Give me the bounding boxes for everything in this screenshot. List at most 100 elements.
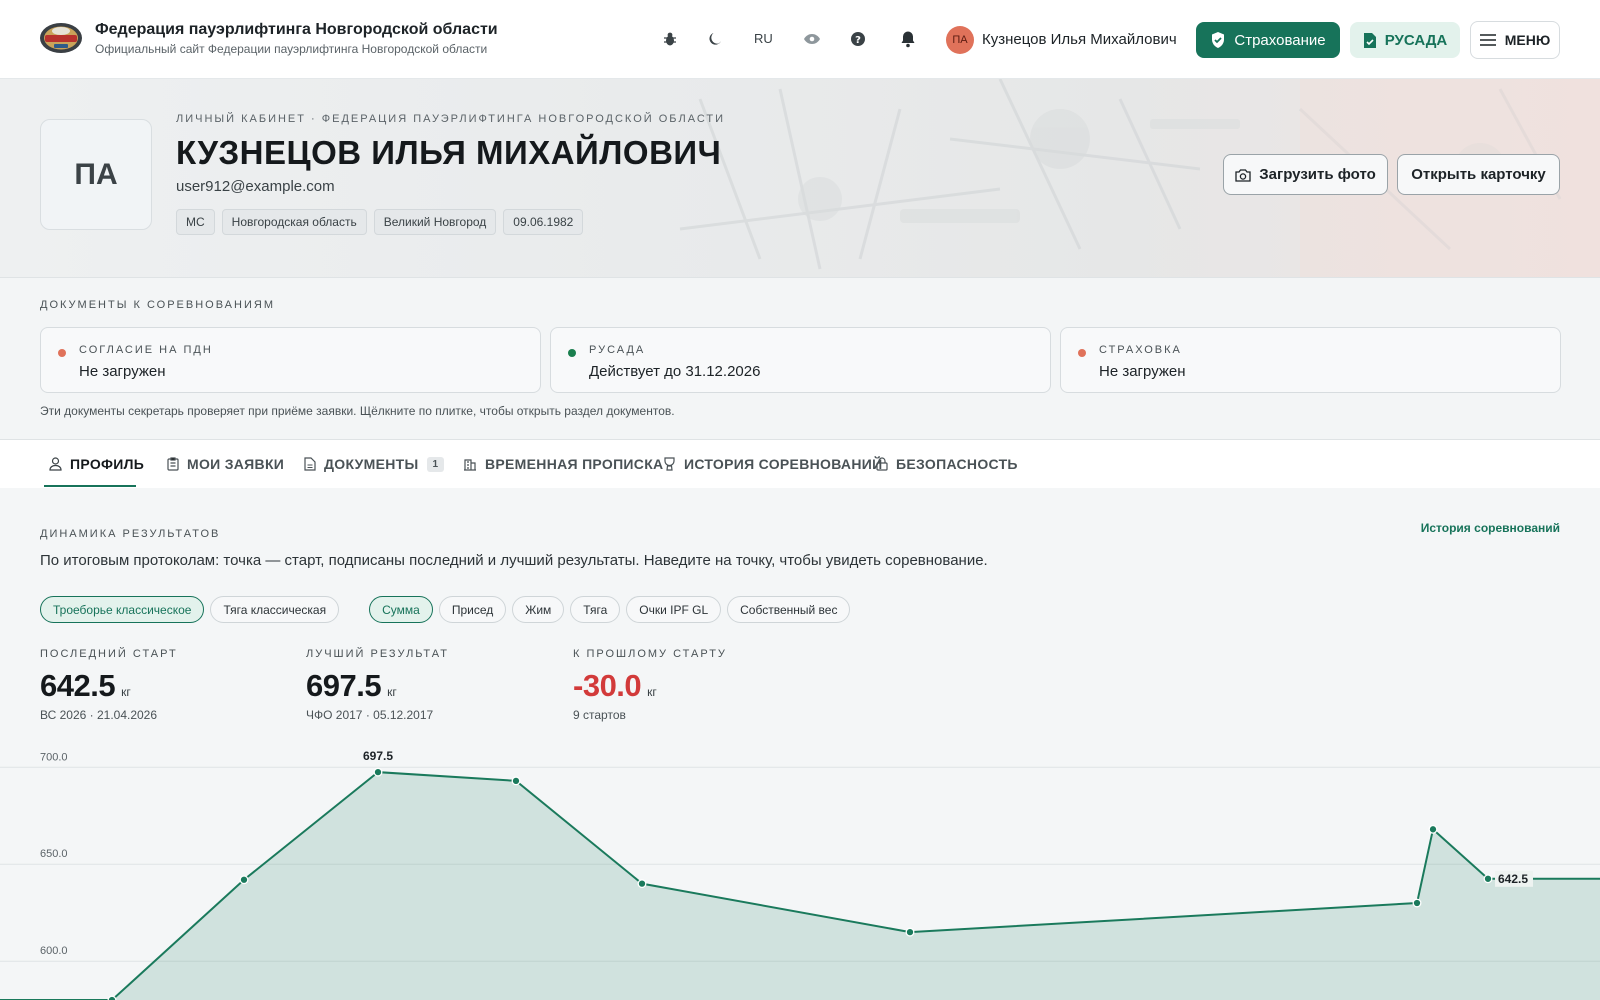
- data-point[interactable]: [1483, 874, 1493, 884]
- status-dot: [568, 349, 576, 357]
- status-dot: [1078, 349, 1086, 357]
- doc-label: СОГЛАСИЕ НА ПДН: [79, 344, 213, 356]
- y-tick-label: 700.0: [40, 751, 68, 763]
- svg-text:?: ?: [855, 35, 861, 46]
- stat-unit: кг: [121, 685, 131, 699]
- documents-note: Эти документы секретарь проверяет при пр…: [40, 404, 675, 418]
- filter-deadlift-classic[interactable]: Тяга классическая: [210, 596, 340, 623]
- menu-label: МЕНЮ: [1504, 32, 1551, 48]
- data-point[interactable]: [1428, 824, 1438, 834]
- competition-history-link[interactable]: История соревнований: [1421, 521, 1560, 535]
- tab-label: БЕЗОПАСНОСТЬ: [896, 456, 1018, 472]
- breadcrumb: ЛИЧНЫЙ КАБИНЕТ · ФЕДЕРАЦИЯ ПАУЭРЛИФТИНГА…: [176, 113, 726, 125]
- tab-label: ИСТОРИЯ СОРЕВНОВАНИЙ: [684, 456, 883, 472]
- data-point[interactable]: [1412, 898, 1422, 908]
- open-card-button[interactable]: Открыть карточку: [1397, 154, 1560, 195]
- stat-value: -30.0: [573, 668, 642, 703]
- tab-temp-registration[interactable]: ВРЕМЕННАЯ ПРОПИСКА: [463, 440, 663, 488]
- eye-icon[interactable]: [801, 28, 823, 50]
- doc-status: Действует до 31.12.2026: [589, 363, 761, 380]
- help-icon[interactable]: ?: [847, 28, 869, 50]
- document-check-icon: [1363, 32, 1376, 48]
- tab-profile[interactable]: ПРОФИЛЬ: [49, 440, 144, 488]
- hamburger-icon: [1479, 34, 1496, 46]
- lock-icon: [876, 457, 888, 471]
- upload-photo-button[interactable]: Загрузить фото: [1223, 154, 1388, 195]
- filter-total[interactable]: Сумма: [369, 596, 433, 623]
- filter-ipf-gl-points[interactable]: Очки IPF GL: [626, 596, 722, 623]
- doc-card-insurance[interactable]: СТРАХОВКА Не загружен: [1060, 327, 1561, 393]
- tab-security[interactable]: БЕЗОПАСНОСТЬ: [876, 440, 1018, 488]
- chip-region: Новгородская область: [221, 209, 367, 235]
- stat-value: 697.5: [306, 668, 382, 703]
- data-point[interactable]: [239, 875, 249, 885]
- user-avatar[interactable]: ПА: [946, 26, 974, 54]
- stat-last-start: ПОСЛЕДНИЙ СТАРТ 642.5 кг ВС 2026 · 21.04…: [40, 648, 178, 722]
- tab-label: ВРЕМЕННАЯ ПРОПИСКА: [485, 456, 664, 472]
- user-name[interactable]: Кузнецов Илья Михайлович: [982, 31, 1177, 48]
- filter-squat[interactable]: Присед: [438, 596, 507, 623]
- tab-documents[interactable]: ДОКУМЕНТЫ 1: [304, 440, 445, 488]
- menu-button[interactable]: МЕНЮ: [1470, 21, 1560, 59]
- results-chart: 600.0 650.0 700.0 697.5 642.5: [0, 749, 1600, 1000]
- building-icon: [464, 459, 476, 471]
- filter-body-weight[interactable]: Собственный вес: [727, 596, 851, 623]
- profile-name: КУЗНЕЦОВ ИЛЬЯ МИХАЙЛОВИЧ: [176, 134, 722, 171]
- tab-applications[interactable]: МОИ ЗАЯВКИ: [167, 440, 284, 488]
- stat-best-result: ЛУЧШИЙ РЕЗУЛЬТАТ 697.5 кг ЧФО 2017 · 05.…: [306, 648, 449, 722]
- data-point[interactable]: [511, 776, 521, 786]
- upload-photo-label: Загрузить фото: [1259, 166, 1376, 183]
- tab-label: ДОКУМЕНТЫ: [324, 456, 419, 472]
- language-switch[interactable]: RU: [754, 31, 773, 46]
- chip-birthdate: 09.06.1982: [503, 209, 584, 235]
- doc-status: Не загружен: [79, 363, 166, 380]
- doc-card-rusada[interactable]: РУСАДА Действует до 31.12.2026: [550, 327, 1051, 393]
- stat-sub: ВС 2026 · 21.04.2026: [40, 708, 158, 722]
- insurance-button[interactable]: Страхование: [1196, 22, 1340, 58]
- results-title: ДИНАМИКА РЕЗУЛЬТАТОВ: [40, 528, 221, 540]
- status-dot: [58, 349, 66, 357]
- results-section: ДИНАМИКА РЕЗУЛЬТАТОВ История соревновани…: [0, 488, 1600, 1000]
- chip-rank: МС: [176, 209, 215, 235]
- org-subtitle: Официальный сайт Федерации пауэрлифтинга…: [95, 42, 488, 56]
- bug-icon[interactable]: [659, 28, 681, 50]
- doc-card-pdn[interactable]: СОГЛАСИЕ НА ПДН Не загружен: [40, 327, 541, 393]
- chart-filters: Троеборье классическое Тяга классическая…: [40, 596, 851, 623]
- profile-avatar[interactable]: ПА: [40, 119, 152, 230]
- active-tab-indicator: [44, 485, 136, 487]
- shield-icon: [1212, 32, 1225, 48]
- top-bar: Федерация пауэрлифтинга Новгородской обл…: [0, 0, 1600, 79]
- rusada-button[interactable]: РУСАДА: [1350, 22, 1460, 58]
- data-point[interactable]: [107, 995, 117, 1000]
- moon-icon[interactable]: [704, 28, 726, 50]
- profile-hero: ПА ЛИЧНЫЙ КАБИНЕТ · ФЕДЕРАЦИЯ ПАУЭРЛИФТИ…: [0, 79, 1600, 278]
- series-area: [0, 772, 1600, 1000]
- doc-label: РУСАДА: [589, 344, 646, 356]
- stat-unit: кг: [387, 685, 397, 699]
- profile-chips: МС Новгородская область Великий Новгород…: [176, 209, 584, 235]
- user-icon: [49, 457, 62, 471]
- tab-label: ПРОФИЛЬ: [70, 456, 145, 472]
- camera-icon: [1235, 168, 1251, 182]
- bell-icon[interactable]: [897, 28, 919, 50]
- filter-powerlifting-classic[interactable]: Троеборье классическое: [40, 596, 205, 623]
- tab-competition-history[interactable]: ИСТОРИЯ СОРЕВНОВАНИЙ: [663, 440, 882, 488]
- data-point[interactable]: [637, 879, 647, 889]
- data-label: 697.5: [363, 749, 393, 763]
- federation-logo[interactable]: [38, 20, 84, 56]
- chip-city: Великий Новгород: [373, 209, 497, 235]
- profile-tabs: ПРОФИЛЬ МОИ ЗАЯВКИ ДОКУМЕНТЫ 1 ВРЕМЕННАЯ…: [0, 440, 1600, 488]
- data-point[interactable]: [373, 767, 383, 777]
- stat-unit: кг: [647, 685, 657, 699]
- clipboard-icon: [167, 457, 179, 471]
- doc-status: Не загружен: [1099, 363, 1186, 380]
- y-tick-label: 600.0: [40, 945, 68, 957]
- org-title[interactable]: Федерация пауэрлифтинга Новгородской обл…: [95, 21, 498, 39]
- data-point[interactable]: [905, 927, 915, 937]
- stat-sub: 9 стартов: [573, 708, 626, 722]
- filter-bench[interactable]: Жим: [512, 596, 565, 623]
- documents-title: ДОКУМЕНТЫ К СОРЕВНОВАНИЯМ: [40, 299, 275, 311]
- results-description: По итоговым протоколам: точка — старт, п…: [40, 552, 988, 569]
- stat-delta: К ПРОШЛОМУ СТАРТУ -30.0 кг 9 стартов: [573, 648, 727, 722]
- filter-deadlift[interactable]: Тяга: [570, 596, 621, 623]
